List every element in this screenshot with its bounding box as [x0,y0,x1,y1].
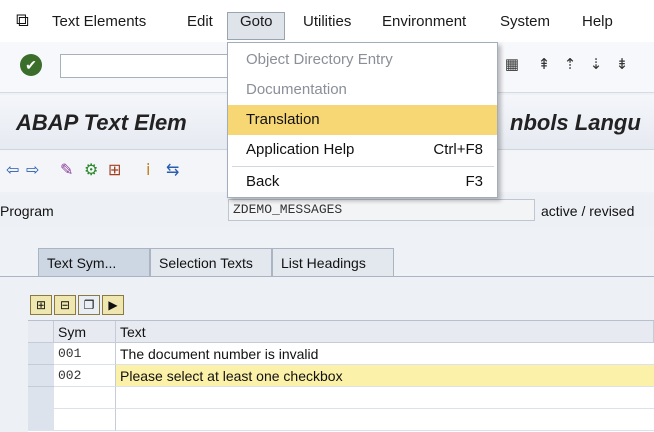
hierarchy-icon[interactable]: ⇆ [166,160,179,182]
menu-icon[interactable]: ⧉ [16,10,29,31]
row-selector[interactable] [28,365,54,387]
program-status: active / revised [541,203,635,219]
activate-icon[interactable]: ⚙ [84,160,98,182]
menu-item-label: Translation [246,111,320,128]
column-header-text[interactable]: Text [116,321,654,343]
program-label: Program [0,203,54,219]
select-all-header[interactable] [28,321,54,343]
menu-utilities[interactable]: Utilities [303,10,351,34]
menu-item-translation[interactable]: Translation [228,105,497,135]
menu-item-shortcut: F3 [465,173,483,190]
table-cell-text-empty[interactable] [116,387,654,409]
forward-arrow-icon[interactable]: ⇨ [26,160,39,182]
menu-item-label: Documentation [246,81,347,98]
menu-system[interactable]: System [500,10,550,34]
page-title: ABAP Text Elem [16,110,187,136]
enter-check-icon[interactable]: ✔ [20,54,42,76]
menu-item-label: Object Directory Entry [246,51,393,68]
menu-goto[interactable]: Goto [240,10,273,34]
table-cell-sym[interactable]: 001 [54,343,116,365]
first-page-icon[interactable]: ⇞ [534,55,554,75]
tab-list-headings[interactable]: List Headings [272,248,394,276]
where-used-icon[interactable]: ⊞ [108,160,121,182]
menu-text-elements[interactable]: Text Elements [52,10,146,34]
next-page-icon[interactable]: ⇣ [586,55,606,75]
menu-help[interactable]: Help [582,10,613,34]
table-cell-sym[interactable]: 002 [54,365,116,387]
info-icon[interactable]: ⅰ [146,160,150,182]
display-change-icon[interactable]: ✎ [60,160,73,182]
menu-item-object-directory-entry: Object Directory Entry [228,45,497,75]
menu-item-shortcut: Ctrl+F8 [433,141,483,158]
table-cell-sym-empty[interactable] [54,409,116,431]
table-cell-text[interactable]: The document number is invalid [116,343,654,365]
copy-icon-button[interactable]: ❐ [78,295,100,315]
variant-button[interactable]: ▶ [102,295,124,315]
menu-item-label: Application Help [246,141,355,158]
tab-selection-texts[interactable]: Selection Texts [150,248,272,276]
back-arrow-icon[interactable]: ⇦ [6,160,19,182]
page-title-right: nbols Langu [510,110,641,135]
menu-edit[interactable]: Edit [187,10,213,34]
find-icon[interactable]: ▦ [502,55,522,75]
previous-page-icon[interactable]: ⇡ [560,55,580,75]
menu-item-application-help[interactable]: Application Help Ctrl+F8 [228,135,497,165]
row-selector[interactable] [28,343,54,365]
menu-item-documentation: Documentation [228,75,497,105]
tab-text-symbols[interactable]: Text Sym... [38,248,150,276]
column-header-sym[interactable]: Sym [54,321,116,343]
table-cell-sym-empty[interactable] [54,387,116,409]
delete-row-button[interactable]: ⊟ [54,295,76,315]
menu-item-label: Back [246,173,280,190]
menu-environment[interactable]: Environment [382,10,466,34]
page-title-left: ABAP Text Elem [16,110,187,135]
menu-item-back[interactable]: Back F3 [228,167,497,197]
last-page-icon[interactable]: ⇟ [612,55,632,75]
table-cell-text-empty[interactable] [116,409,654,431]
program-field: ZDEMO_MESSAGES [228,199,535,221]
command-field[interactable] [60,54,230,78]
insert-row-button[interactable]: ⊞ [30,295,52,315]
table-cell-text-active[interactable]: Please select at least one checkbox [116,365,654,387]
